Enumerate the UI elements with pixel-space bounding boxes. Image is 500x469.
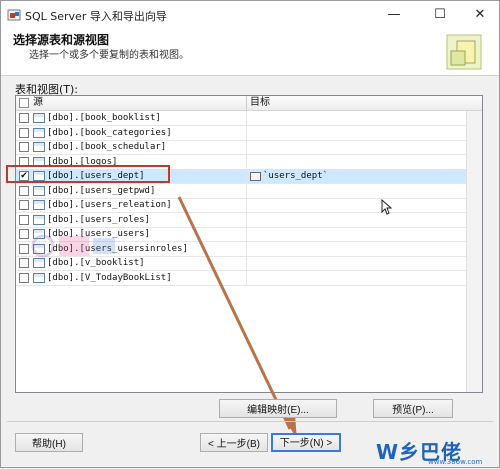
edit-mapping-button[interactable]: 编辑映射(E)... bbox=[219, 399, 337, 418]
table-icon bbox=[33, 272, 45, 283]
help-button[interactable]: 帮助(H) bbox=[15, 433, 83, 452]
column-divider bbox=[246, 256, 247, 270]
table-row[interactable]: [dbo].[users_getpwd] bbox=[16, 183, 466, 199]
row-checkbox[interactable] bbox=[19, 200, 29, 210]
watermark-faint-logo bbox=[31, 234, 115, 258]
sql-server-app-icon bbox=[7, 9, 21, 21]
highlight-box bbox=[6, 165, 170, 183]
column-divider bbox=[246, 183, 247, 198]
row-checkbox[interactable] bbox=[19, 272, 29, 283]
row-checkbox[interactable] bbox=[19, 229, 29, 239]
row-checkbox[interactable] bbox=[19, 127, 29, 138]
source-name: [dbo].[book_categories] bbox=[47, 127, 172, 138]
table-row[interactable]: [dbo].[users_releation] bbox=[16, 198, 466, 213]
select-all-checkbox[interactable] bbox=[19, 98, 29, 108]
column-divider bbox=[246, 198, 247, 212]
table-icon bbox=[33, 142, 45, 152]
preview-button[interactable]: 预览(P)... bbox=[373, 399, 453, 418]
column-divider bbox=[246, 169, 247, 183]
table-row[interactable]: [dbo].[book_schedular] bbox=[16, 140, 466, 155]
watermark-url: www.386w.com bbox=[428, 458, 483, 466]
window-title: SQL Server 导入和导出向导 bbox=[25, 10, 167, 23]
source-name: [dbo].[book_schedular] bbox=[47, 142, 167, 152]
footer-divider bbox=[7, 421, 493, 422]
column-divider bbox=[246, 212, 247, 227]
back-button[interactable]: < 上一步(B) bbox=[200, 433, 268, 452]
title-bar: SQL Server 导入和导出向导 — ☐ ✕ bbox=[1, 1, 499, 29]
column-divider bbox=[246, 111, 247, 125]
wizard-header: 选择源表和源视图 选择一个或多个要复制的表和视图。 bbox=[1, 29, 499, 76]
table-row[interactable]: [dbo].[V_TodayBookList] bbox=[16, 270, 466, 286]
column-divider bbox=[246, 241, 247, 256]
source-column-header[interactable]: 源 bbox=[33, 96, 43, 110]
mouse-cursor-icon bbox=[381, 199, 393, 215]
table-icon bbox=[33, 214, 45, 225]
source-name: [dbo].[users_getpwd] bbox=[47, 185, 156, 196]
table-icon bbox=[33, 113, 45, 123]
column-divider bbox=[246, 140, 247, 154]
source-name: [dbo].[users_releation] bbox=[47, 200, 172, 210]
target-table-icon bbox=[250, 172, 261, 181]
next-button[interactable]: 下一步(N) > bbox=[271, 433, 341, 452]
minimize-icon[interactable]: — bbox=[377, 1, 411, 29]
row-checkbox[interactable] bbox=[19, 258, 29, 268]
wizard-window: SQL Server 导入和导出向导 — ☐ ✕ 选择源表和源视图 选择一个或多… bbox=[0, 0, 500, 468]
watermark: W乡巴佬 www.386w.com bbox=[356, 434, 496, 467]
page-subtitle: 选择一个或多个要复制的表和视图。 bbox=[29, 50, 189, 61]
column-divider bbox=[246, 154, 247, 169]
table-icon bbox=[33, 127, 45, 138]
row-checkbox[interactable] bbox=[19, 185, 29, 196]
source-name: [dbo].[V_TodayBookList] bbox=[47, 272, 172, 283]
row-checkbox[interactable] bbox=[19, 243, 29, 254]
target-column-header[interactable]: 目标 bbox=[250, 96, 270, 110]
source-name: [dbo].[book_booklist] bbox=[47, 113, 161, 123]
wizard-graphic-icon bbox=[446, 34, 482, 70]
close-icon[interactable]: ✕ bbox=[463, 1, 497, 29]
table-row[interactable]: [dbo].[book_categories] bbox=[16, 125, 466, 141]
table-row[interactable]: [dbo].[book_booklist] bbox=[16, 111, 466, 126]
table-icon bbox=[33, 200, 45, 210]
row-checkbox[interactable] bbox=[19, 142, 29, 152]
maximize-icon[interactable]: ☐ bbox=[423, 1, 457, 29]
grid-scrollbar[interactable] bbox=[466, 111, 482, 392]
target-name[interactable]: `users_dept` bbox=[263, 169, 328, 183]
table-icon bbox=[33, 185, 45, 196]
column-divider bbox=[246, 270, 247, 285]
column-divider bbox=[246, 227, 247, 241]
grid-header: 源 目标 bbox=[16, 96, 482, 111]
column-divider bbox=[246, 125, 247, 140]
column-divider[interactable] bbox=[246, 96, 247, 110]
row-checkbox[interactable] bbox=[19, 113, 29, 123]
source-name: [dbo].[users_roles] bbox=[47, 214, 150, 225]
row-checkbox[interactable] bbox=[19, 214, 29, 225]
